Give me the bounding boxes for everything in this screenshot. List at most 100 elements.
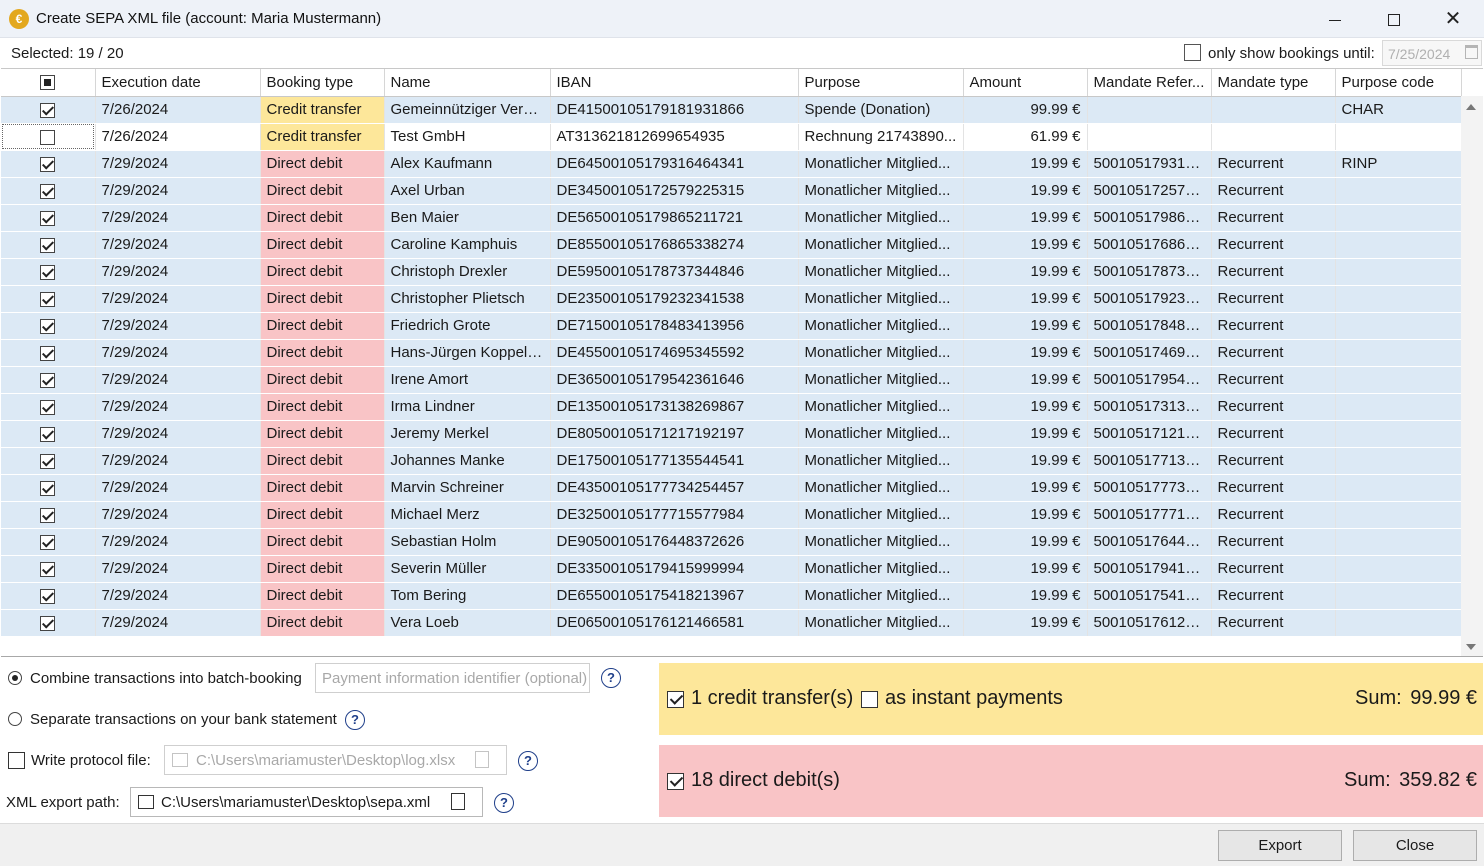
- row-select-cell[interactable]: [1, 285, 96, 313]
- row-select-cell[interactable]: [1, 258, 96, 286]
- column-header-purpose[interactable]: Purpose: [798, 69, 964, 97]
- row-select-checkbox[interactable]: [40, 561, 56, 577]
- browse-file-icon[interactable]: [475, 751, 489, 768]
- xml-help-icon[interactable]: ?: [494, 793, 514, 813]
- table-row[interactable]: 7/29/2024 Direct debit Severin Müller DE335…: [1, 555, 1462, 583]
- table-row[interactable]: 7/29/2024 Direct debit Alex Kaufmann DE6450…: [1, 150, 1462, 178]
- column-header-mandate-type[interactable]: Mandate type: [1211, 69, 1336, 97]
- row-select-checkbox[interactable]: [40, 210, 56, 226]
- row-select-cell[interactable]: [1, 339, 96, 367]
- row-select-cell[interactable]: [1, 555, 96, 583]
- bookings-until-date-field[interactable]: 7/25/2024: [1382, 40, 1482, 66]
- row-select-cell[interactable]: [1, 582, 96, 610]
- batch-help-icon[interactable]: ?: [601, 668, 621, 688]
- table-row[interactable]: 7/29/2024 Direct debit Johannes Manke DE175…: [1, 447, 1462, 475]
- row-select-checkbox[interactable]: [40, 399, 56, 415]
- column-header-name[interactable]: Name: [384, 69, 551, 97]
- row-select-checkbox[interactable]: [40, 129, 56, 145]
- write-protocol-checkbox[interactable]: [8, 752, 25, 769]
- table-row[interactable]: 7/29/2024 Direct debit Friedrich Grote DE71…: [1, 312, 1462, 340]
- row-select-checkbox[interactable]: [40, 534, 56, 550]
- row-select-checkbox[interactable]: [40, 615, 56, 631]
- row-select-checkbox[interactable]: [40, 588, 56, 604]
- table-row[interactable]: 7/29/2024 Direct debit Sebastian Holm DE905…: [1, 528, 1462, 556]
- column-header-amount[interactable]: Amount: [963, 69, 1088, 97]
- table-row[interactable]: 7/29/2024 Direct debit Irene Amort DE365001…: [1, 366, 1462, 394]
- table-row[interactable]: 7/29/2024 Direct debit Irma Lindner DE13500…: [1, 393, 1462, 421]
- export-button[interactable]: Export: [1218, 830, 1342, 861]
- vertical-scrollbar[interactable]: [1461, 96, 1483, 656]
- separate-help-icon[interactable]: ?: [345, 710, 365, 730]
- row-select-checkbox[interactable]: [40, 426, 56, 442]
- payment-identifier-input[interactable]: Payment information identifier (optional…: [315, 663, 590, 693]
- row-select-cell[interactable]: [1, 204, 96, 232]
- maximize-button[interactable]: [1365, 0, 1423, 38]
- table-row[interactable]: 7/29/2024 Direct debit Vera Loeb DE06500105…: [1, 609, 1462, 637]
- calendar-icon[interactable]: [1465, 45, 1478, 59]
- only-show-bookings-checkbox[interactable]: [1184, 44, 1201, 61]
- column-header-iban[interactable]: IBAN: [550, 69, 799, 97]
- close-button[interactable]: Close: [1353, 830, 1477, 861]
- browse-file-icon[interactable]: [451, 793, 465, 810]
- row-select-cell[interactable]: [1, 393, 96, 421]
- row-select-cell[interactable]: [1, 150, 96, 178]
- protocol-path-input[interactable]: C:\Users\mariamuster\Desktop\log.xlsx: [164, 745, 507, 775]
- row-select-checkbox[interactable]: [40, 291, 56, 307]
- table-row[interactable]: 7/29/2024 Direct debit Axel Urban DE3450010…: [1, 177, 1462, 205]
- select-all-checkbox-cell[interactable]: [1, 69, 96, 97]
- row-select-checkbox[interactable]: [40, 345, 56, 361]
- table-row[interactable]: 7/29/2024 Direct debit Christopher Plietsc…: [1, 285, 1462, 313]
- cell-execution-date: 7/29/2024: [95, 258, 261, 286]
- table-row[interactable]: 7/29/2024 Direct debit Hans-Jürgen Koppelk…: [1, 339, 1462, 367]
- batch-booking-radio[interactable]: [8, 671, 22, 685]
- scroll-up-icon[interactable]: [1466, 104, 1476, 110]
- table-row[interactable]: 7/29/2024 Direct debit Christoph Drexler DE…: [1, 258, 1462, 286]
- row-select-checkbox[interactable]: [40, 156, 56, 172]
- row-select-cell[interactable]: [1, 609, 96, 637]
- row-select-checkbox[interactable]: [40, 183, 56, 199]
- select-all-checkbox[interactable]: [40, 75, 56, 91]
- row-select-checkbox[interactable]: [40, 318, 56, 334]
- row-select-checkbox[interactable]: [40, 372, 56, 388]
- row-select-cell[interactable]: [1, 96, 96, 124]
- direct-debit-checkbox[interactable]: [667, 773, 684, 790]
- column-header-execution-date[interactable]: Execution date: [95, 69, 261, 97]
- close-window-button[interactable]: ✕: [1424, 0, 1482, 38]
- row-select-checkbox[interactable]: [40, 480, 56, 496]
- row-select-checkbox[interactable]: [40, 237, 56, 253]
- column-header-booking-type[interactable]: Booking type: [260, 69, 385, 97]
- credit-transfer-checkbox[interactable]: [667, 691, 684, 708]
- scroll-down-icon[interactable]: [1466, 644, 1476, 650]
- protocol-help-icon[interactable]: ?: [518, 751, 538, 771]
- table-row[interactable]: 7/26/2024 Credit transfer Test GmbH AT31362…: [1, 123, 1462, 151]
- row-select-cell[interactable]: [1, 231, 96, 259]
- table-row[interactable]: 7/29/2024 Direct debit Caroline Kamphuis DE…: [1, 231, 1462, 259]
- table-row[interactable]: 7/29/2024 Direct debit Ben Maier DE56500105…: [1, 204, 1462, 232]
- row-select-cell[interactable]: [1, 447, 96, 475]
- table-row[interactable]: 7/29/2024 Direct debit Jeremy Merkel DE8050…: [1, 420, 1462, 448]
- cell-purpose-code: [1335, 204, 1462, 232]
- xml-export-path-input[interactable]: C:\Users\mariamuster\Desktop\sepa.xml: [130, 787, 483, 817]
- row-select-checkbox[interactable]: [40, 453, 56, 469]
- row-select-checkbox[interactable]: [40, 102, 56, 118]
- row-select-cell[interactable]: [1, 312, 96, 340]
- row-select-cell[interactable]: [1, 177, 96, 205]
- column-header-purpose-code[interactable]: Purpose code: [1335, 69, 1462, 97]
- table-row[interactable]: 7/29/2024 Direct debit Tom Bering DE6550010…: [1, 582, 1462, 610]
- row-select-checkbox[interactable]: [40, 507, 56, 523]
- column-header-mandate-reference[interactable]: Mandate Refer...: [1087, 69, 1212, 97]
- instant-payments-label: as instant payments: [885, 687, 1063, 709]
- row-select-cell[interactable]: [1, 123, 96, 151]
- row-select-cell[interactable]: [1, 474, 96, 502]
- row-select-cell[interactable]: [1, 528, 96, 556]
- table-row[interactable]: 7/29/2024 Direct debit Michael Merz DE32500…: [1, 501, 1462, 529]
- row-select-cell[interactable]: [1, 501, 96, 529]
- row-select-cell[interactable]: [1, 420, 96, 448]
- row-select-checkbox[interactable]: [40, 264, 56, 280]
- table-row[interactable]: 7/26/2024 Credit transfer Gemeinnütziger V…: [1, 96, 1462, 124]
- row-select-cell[interactable]: [1, 366, 96, 394]
- minimize-button[interactable]: [1306, 0, 1364, 38]
- separate-transactions-radio[interactable]: [8, 712, 22, 726]
- instant-payments-checkbox[interactable]: [861, 691, 878, 708]
- table-row[interactable]: 7/29/2024 Direct debit Marvin Schreiner DE4…: [1, 474, 1462, 502]
